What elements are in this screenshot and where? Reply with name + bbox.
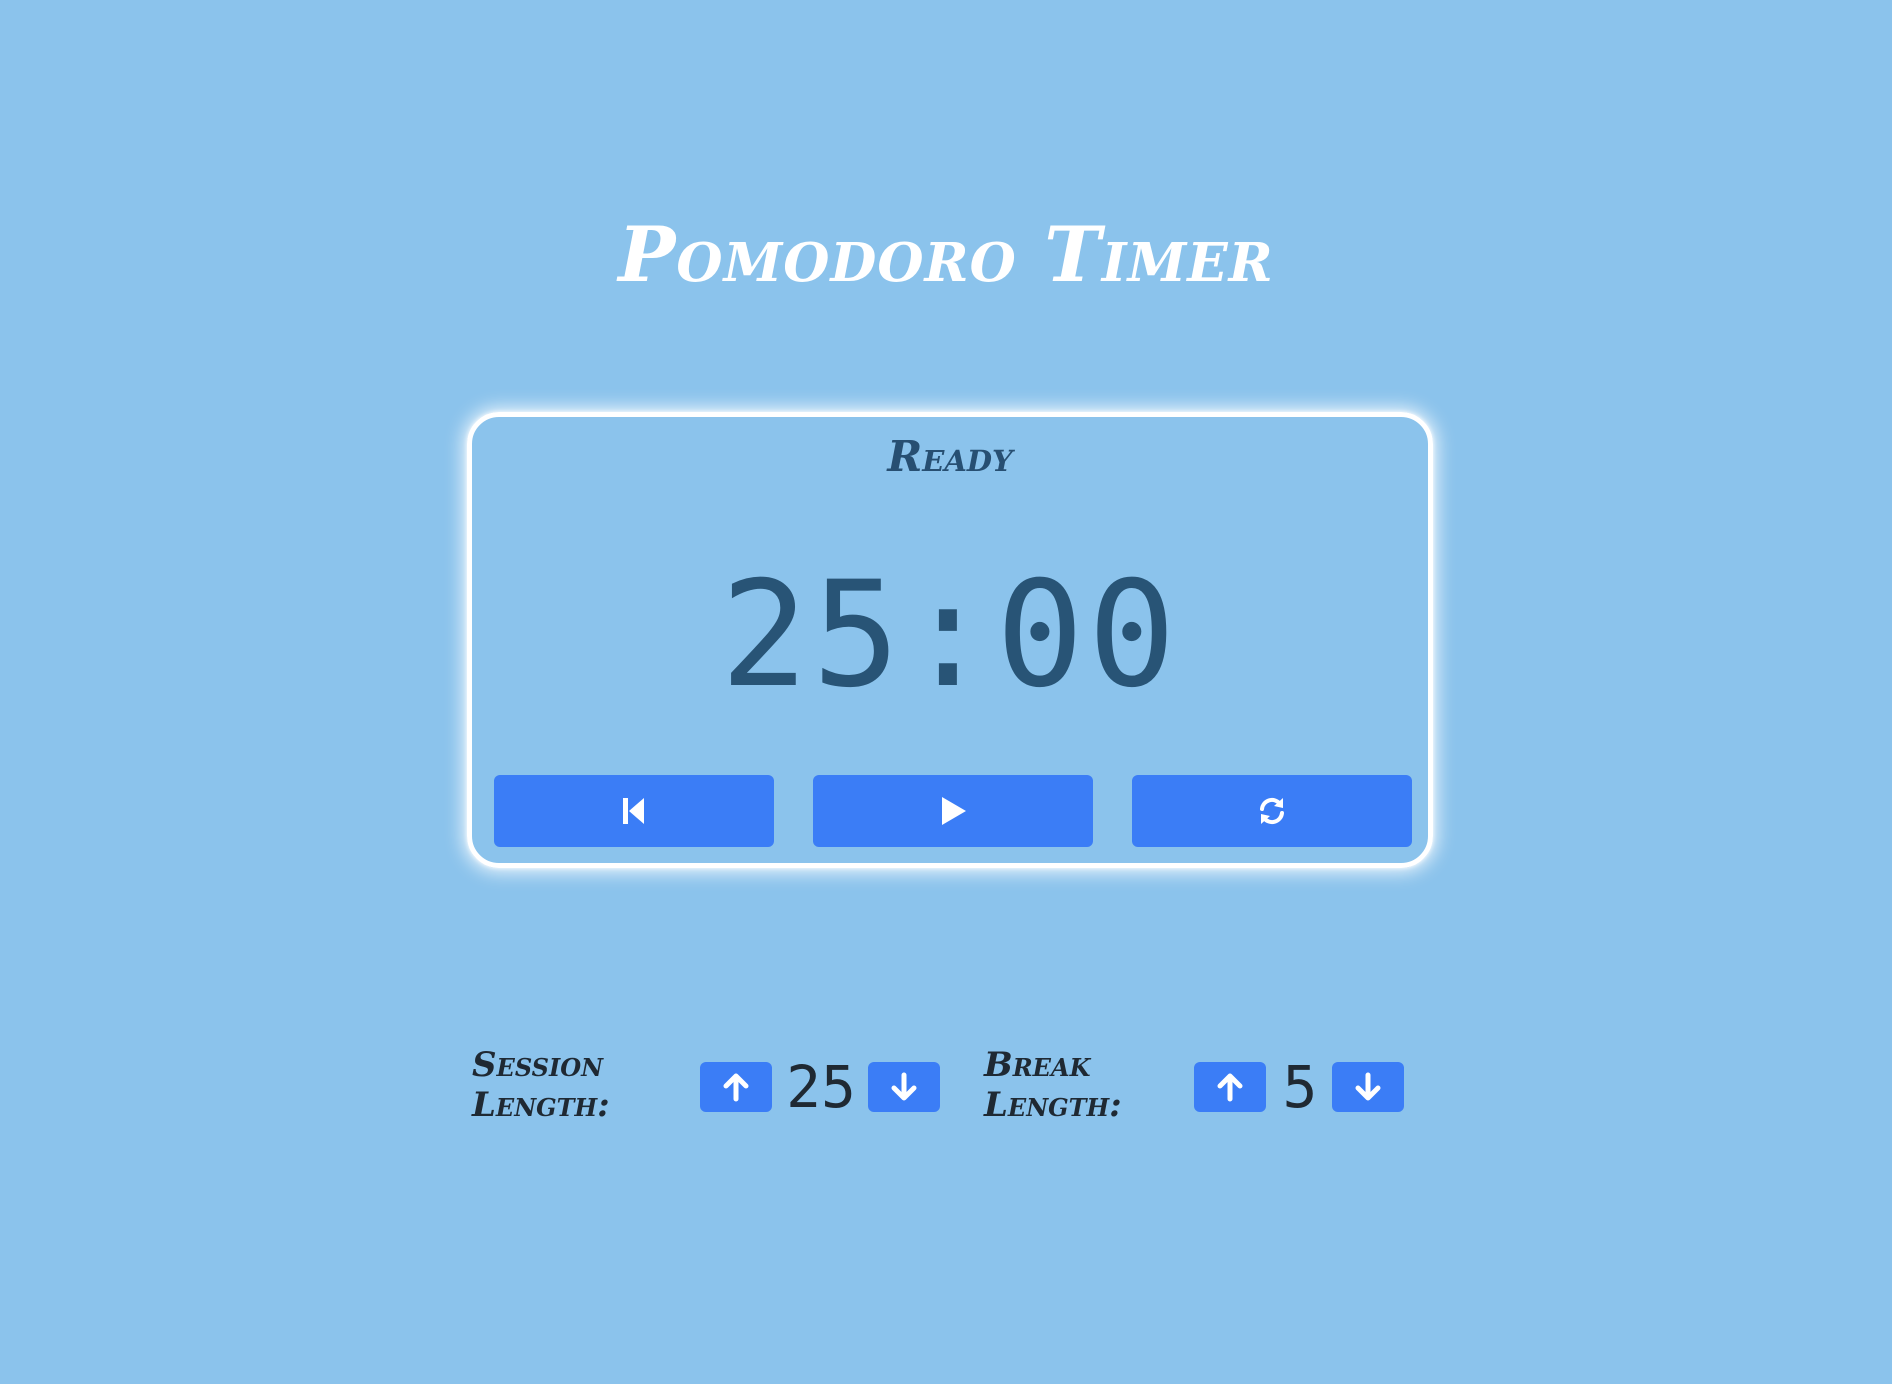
break-decrement-button[interactable]	[1332, 1062, 1404, 1112]
break-length-value: 5	[1282, 1053, 1318, 1121]
arrow-down-icon	[891, 1072, 917, 1101]
play-icon	[942, 797, 966, 825]
session-decrement-button[interactable]	[868, 1062, 940, 1112]
arrow-down-icon	[1355, 1072, 1381, 1101]
timer-display: 25:00	[720, 550, 1180, 720]
break-length-label: Break Length:	[984, 1045, 1122, 1125]
timer-card: Ready 25:00	[467, 412, 1433, 868]
skip-back-button[interactable]	[494, 775, 774, 847]
play-button[interactable]	[813, 775, 1093, 847]
timer-status-label: Ready	[887, 432, 1013, 481]
session-length-value: 25	[786, 1053, 856, 1121]
refresh-icon	[1260, 797, 1284, 825]
session-length-label: Session Length:	[472, 1045, 610, 1125]
page-title: Pomodoro Timer	[618, 210, 1274, 299]
session-increment-button[interactable]	[700, 1062, 772, 1112]
timer-controls	[494, 775, 1412, 847]
arrow-up-icon	[723, 1073, 749, 1102]
skip-back-icon	[623, 798, 644, 824]
reset-button[interactable]	[1132, 775, 1412, 847]
arrow-up-icon	[1217, 1073, 1243, 1102]
break-increment-button[interactable]	[1194, 1062, 1266, 1112]
